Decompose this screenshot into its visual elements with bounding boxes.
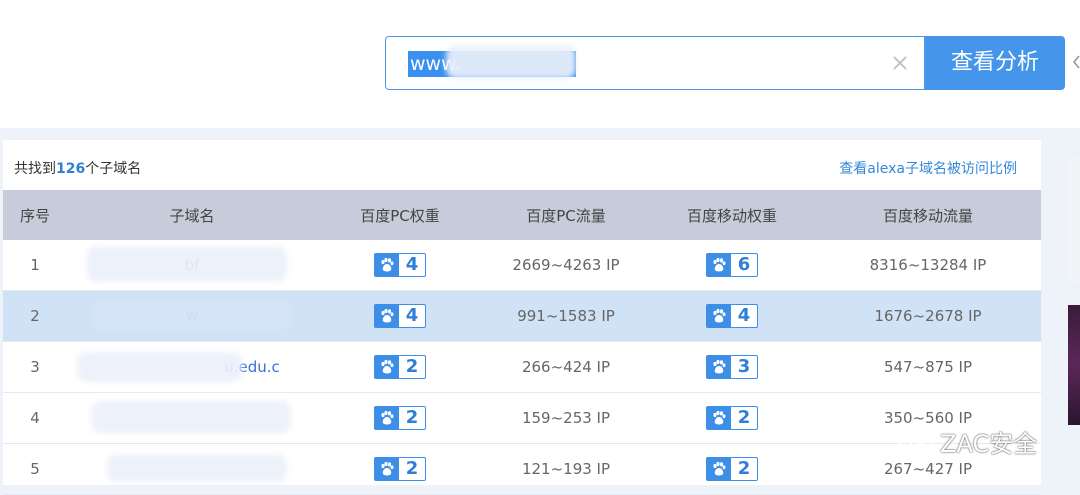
mobile-traffic-cell: 547~875 IP [815,341,1041,393]
header-index: 序号 [3,190,67,240]
weight-value: 2 [737,458,751,479]
baidu-weight-badge: 3 [706,355,758,379]
mobile-weight-cell: 2 [649,443,815,495]
row-index: 4 [3,392,67,444]
watermark-text: ZAC安全 [940,429,1038,458]
header-mobile-weight: 百度移动权重 [649,190,815,240]
pc-weight-cell: 2 [317,443,483,495]
table-row[interactable]: 2 w 4 991~1583 IP 4 1676~2678 IP [3,290,1041,342]
weight-value: 2 [405,458,419,479]
mobile-weight-cell: 3 [649,341,815,393]
pc-traffic-cell: 121~193 IP [483,443,649,495]
baidu-weight-badge: 4 [706,304,758,328]
subdomain-cell [67,392,317,444]
weight-value: 4 [405,305,419,326]
header-pc-weight: 百度PC权重 [317,190,483,240]
pc-weight-cell: 4 [317,290,483,342]
baidu-weight-badge: 4 [374,304,426,328]
chevron-left-icon[interactable] [1071,52,1080,72]
weight-value: 3 [737,356,751,377]
redaction-blur [91,401,291,433]
weight-value: 4 [405,254,419,275]
pc-weight-cell: 2 [317,341,483,393]
baidu-paw-icon [375,305,399,327]
pc-traffic-cell: 2669~4263 IP [483,240,649,291]
baidu-paw-icon [375,356,399,378]
clear-icon[interactable] [890,53,910,73]
table-header-row: 序号 子域名 百度PC权重 百度PC流量 百度移动权重 百度移动流量 [3,190,1041,240]
row-index: 1 [3,240,67,291]
weight-value: 2 [405,407,419,428]
redaction-blur [87,246,287,282]
baidu-weight-badge: 2 [706,406,758,430]
redaction-blur [77,352,242,382]
analyze-button[interactable]: 查看分析 [925,36,1065,90]
baidu-weight-badge: 4 [374,253,426,277]
subdomain-cell [67,443,317,495]
baidu-paw-icon [707,407,731,429]
side-image-edge [1068,305,1080,425]
subdomain-table: 序号 子域名 百度PC权重 百度PC流量 百度移动权重 百度移动流量 1 bf … [3,190,1041,495]
header-pc-traffic: 百度PC流量 [483,190,649,240]
baidu-weight-badge: 6 [706,253,758,277]
table-row[interactable]: 1 bf 4 2669~4263 IP 6 8316~13284 IP [3,240,1041,291]
baidu-paw-icon [707,254,731,276]
result-count-suffix: 个子域名 [85,161,142,177]
mobile-traffic-cell: 8316~13284 IP [815,240,1041,291]
weight-value: 4 [737,305,751,326]
redaction-blur [107,454,287,482]
header-mobile-traffic: 百度移动流量 [815,190,1041,240]
pc-weight-cell: 2 [317,392,483,444]
table-row[interactable]: 3 u.edu.c 2 266~424 IP 3 547~875 IP [3,341,1041,393]
baidu-paw-icon [707,356,731,378]
domain-search-input[interactable]: www. [385,36,925,90]
row-index: 2 [3,290,67,342]
result-count: 共找到126个子域名 [14,158,141,178]
header-subdomain: 子域名 [67,190,317,240]
baidu-paw-icon [707,458,731,480]
baidu-paw-icon [707,305,731,327]
mobile-traffic-cell: 1676~2678 IP [815,290,1041,342]
redaction-blur [91,299,291,331]
row-index: 3 [3,341,67,393]
weight-value: 2 [737,407,751,428]
result-count-prefix: 共找到 [14,161,56,177]
side-panel-edge [1068,158,1080,282]
wechat-icon [897,428,932,453]
table-row[interactable]: 5 2 121~193 IP 2 267~427 IP [3,443,1041,495]
subdomain-cell: bf [67,240,317,291]
mobile-weight-cell: 2 [649,392,815,444]
result-count-number: 126 [56,161,86,177]
table-row[interactable]: 4 2 159~253 IP 2 350~560 IP [3,392,1041,444]
weight-value: 6 [737,254,751,275]
mobile-weight-cell: 4 [649,290,815,342]
pc-weight-cell: 4 [317,240,483,291]
pc-traffic-cell: 991~1583 IP [483,290,649,342]
baidu-weight-badge: 2 [374,406,426,430]
redaction-blur [446,45,576,79]
subdomain-cell: u.edu.c [67,341,317,393]
search-panel: www. 查看分析 [0,0,1080,128]
baidu-paw-icon [375,407,399,429]
row-index: 5 [3,443,67,495]
mobile-weight-cell: 6 [649,240,815,291]
baidu-weight-badge: 2 [706,457,758,481]
alexa-ratio-link[interactable]: 查看alexa子域名被访问比例 [839,158,1017,178]
baidu-paw-icon [375,254,399,276]
subdomain-cell: w [67,290,317,342]
watermark: ZAC安全 [896,426,1038,458]
results-panel: 共找到126个子域名 查看alexa子域名被访问比例 序号 子域名 百度PC权重… [3,140,1041,495]
baidu-weight-badge: 2 [374,355,426,379]
baidu-weight-badge: 2 [374,457,426,481]
pc-traffic-cell: 266~424 IP [483,341,649,393]
pc-traffic-cell: 159~253 IP [483,392,649,444]
baidu-paw-icon [375,458,399,480]
weight-value: 2 [405,356,419,377]
